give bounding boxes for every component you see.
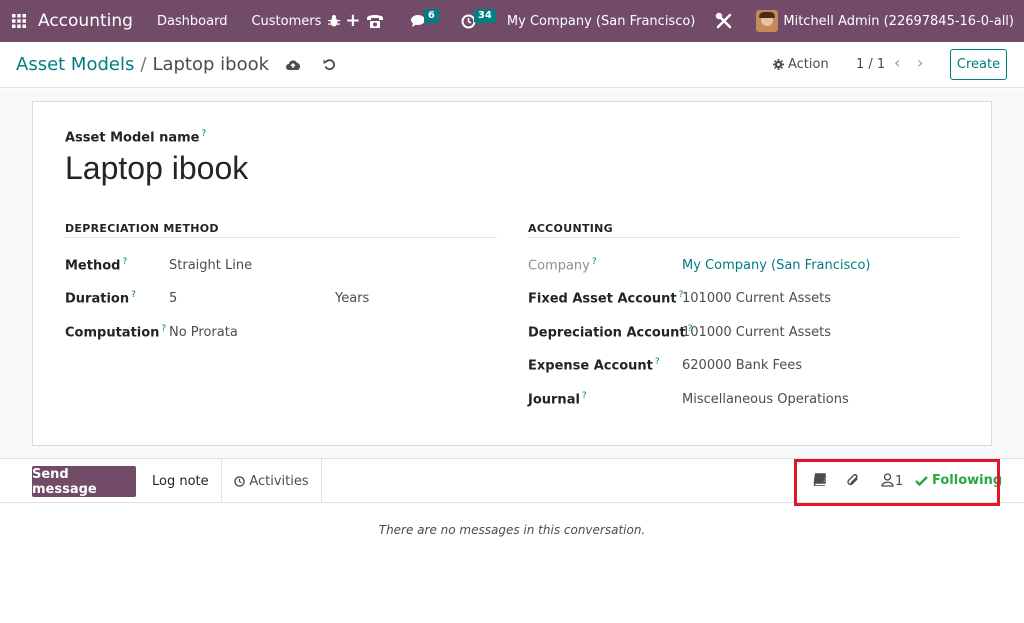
asset-model-name-label: Asset Model name? (65, 129, 207, 146)
help-tooltip[interactable]: ? (592, 257, 597, 267)
highlight-box (794, 459, 1000, 506)
menu-customers[interactable]: Customers (251, 14, 321, 29)
messages-badge: 6 (423, 9, 439, 23)
clock-icon (234, 475, 246, 487)
journal-label: Journal? (528, 391, 587, 408)
help-tooltip[interactable]: ? (161, 324, 166, 334)
fixed-asset-account-label: Fixed Asset Account? (528, 290, 684, 307)
activities-label: Activities (249, 473, 309, 489)
empty-conversation-text: There are no messages in this conversati… (378, 523, 646, 537)
journal-field[interactable]: Miscellaneous Operations (682, 392, 849, 407)
expense-account-label: Expense Account? (528, 357, 660, 374)
chat-icon[interactable]: 6 (410, 9, 439, 28)
gear-icon (773, 59, 784, 70)
pager-value[interactable]: 1 / 1 (856, 57, 885, 72)
chevron-left-icon[interactable]: ‹ (894, 55, 900, 71)
duration-unit-field[interactable]: Years (335, 291, 369, 306)
breadcrumb: Asset Models / Laptop ibook (16, 54, 336, 75)
breadcrumb-asset-models[interactable]: Asset Models (16, 54, 134, 75)
avatar[interactable] (756, 10, 779, 32)
expense-account-field[interactable]: 620000 Bank Fees (682, 358, 802, 373)
menu-dashboard[interactable]: Dashboard (157, 14, 228, 29)
create-button[interactable]: Create (950, 49, 1007, 80)
breadcrumb-separator: / (140, 54, 147, 75)
log-note-button[interactable]: Log note (152, 474, 209, 489)
control-panel: Asset Models / Laptop ibook Action 1 / 1… (0, 42, 1024, 88)
depreciation-account-field[interactable]: 101000 Current Assets (682, 325, 831, 340)
computation-label: Computation? (65, 324, 167, 341)
company-label: Company? (528, 257, 597, 274)
top-navbar: Accounting Dashboard Customers + 6 34 My… (0, 0, 1024, 42)
action-menu[interactable]: Action (773, 57, 829, 72)
help-tooltip[interactable]: ? (655, 357, 660, 367)
depreciation-account-label: Depreciation Account? (528, 324, 693, 341)
activities-badge: 34 (473, 8, 496, 23)
breadcrumb-current: Laptop ibook (152, 54, 270, 75)
send-message-button[interactable]: Send message (32, 466, 136, 497)
bug-icon[interactable] (327, 14, 341, 28)
clock-icon[interactable]: 34 (461, 8, 496, 29)
cloud-upload-icon[interactable] (285, 59, 301, 71)
action-label: Action (788, 57, 829, 72)
duration-field[interactable]: 5 (169, 291, 177, 306)
chevron-right-icon[interactable]: › (917, 55, 923, 71)
company-switcher[interactable]: My Company (San Francisco) (507, 14, 695, 29)
company-field[interactable]: My Company (San Francisco) (682, 258, 870, 273)
phone-icon[interactable] (366, 13, 384, 29)
form-sheet: Asset Model name? Laptop ibook DEPRECIAT… (32, 101, 992, 446)
fixed-asset-account-field[interactable]: 101000 Current Assets (682, 291, 831, 306)
duration-label: Duration? (65, 290, 136, 307)
help-tooltip[interactable]: ? (201, 129, 206, 139)
accounting-title: ACCOUNTING (528, 222, 613, 235)
divider (65, 237, 497, 238)
user-menu[interactable]: Mitchell Admin (22697845-16-0-all) (783, 14, 1014, 29)
help-tooltip[interactable]: ? (131, 290, 136, 300)
help-tooltip[interactable]: ? (582, 391, 587, 401)
discard-icon[interactable] (323, 58, 336, 71)
activities-button[interactable]: Activities (221, 459, 322, 503)
help-tooltip[interactable]: ? (122, 257, 127, 267)
apps-grid-icon[interactable] (0, 0, 38, 42)
divider (528, 237, 959, 238)
app-name[interactable]: Accounting (38, 11, 133, 31)
navbar-systray: 6 34 My Company (San Francisco) Mitchell… (318, 0, 1024, 42)
depreciation-method-title: DEPRECIATION METHOD (65, 222, 219, 235)
method-label: Method? (65, 257, 128, 274)
asset-model-name-field[interactable]: Laptop ibook (65, 150, 248, 187)
method-field[interactable]: Straight Line (169, 258, 252, 273)
tools-icon[interactable] (715, 12, 733, 30)
computation-field[interactable]: No Prorata (169, 325, 238, 340)
